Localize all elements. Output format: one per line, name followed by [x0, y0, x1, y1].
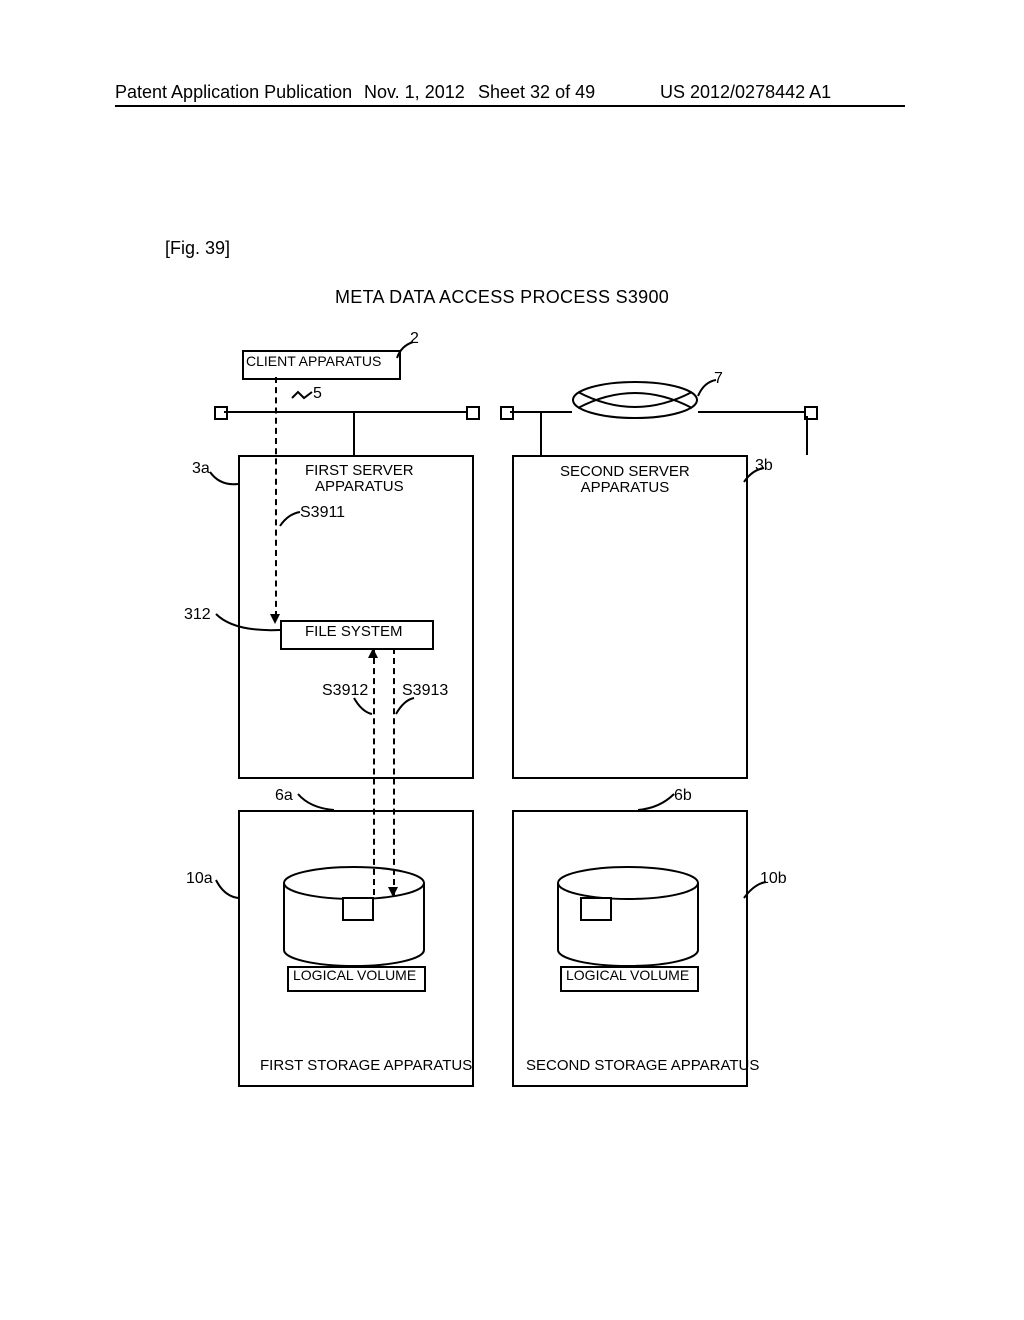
header-date: Nov. 1, 2012 [364, 82, 465, 103]
s3912-line [373, 648, 375, 895]
ref-6a-lead-icon [296, 790, 336, 812]
ref-10a-lead-icon [214, 878, 240, 900]
ref-6a: 6a [275, 787, 293, 805]
ref-6b-lead-icon [636, 792, 676, 812]
s3911-lead-icon [278, 510, 302, 528]
net5-end-right [466, 406, 480, 420]
ref-3b-lead-icon [742, 466, 766, 486]
drop-to-srv2-right [806, 416, 808, 455]
header-sheet: Sheet 32 of 49 [478, 82, 595, 103]
s3912-lead-icon [352, 696, 374, 716]
s3913-line [393, 648, 395, 895]
file-system-label: FILE SYSTEM [305, 623, 403, 640]
ref-5: 5 [313, 385, 322, 403]
net5-line [224, 411, 468, 413]
logical-volume-2-label: LOGICAL VOLUME [566, 967, 689, 983]
logical-volume-1-label: LOGICAL VOLUME [293, 967, 416, 983]
figure-title: META DATA ACCESS PROCESS S3900 [335, 287, 669, 308]
patent-page: Patent Application Publication Nov. 1, 2… [0, 0, 1024, 1320]
s3913-lead-icon [394, 696, 416, 716]
first-server-label: FIRST SERVER APPARATUS [305, 463, 414, 495]
header-pubno: US 2012/0278442 A1 [660, 82, 831, 103]
header-rule [115, 105, 905, 107]
lv1-data-icon [342, 897, 374, 921]
ref-7-lead-icon [696, 378, 718, 398]
drop-to-srv1 [353, 411, 355, 455]
ref-3a-lead-icon [208, 470, 240, 490]
client-apparatus-label: CLIENT APPARATUS [246, 353, 381, 369]
step-s3911: S3911 [300, 504, 345, 522]
network-cloud-icon [570, 378, 700, 422]
drop-to-srv2-left [540, 411, 542, 455]
net7-end-left [500, 406, 514, 420]
lv2-data-icon [580, 897, 612, 921]
ref-312: 312 [184, 606, 211, 624]
logical-volume-2-cylinder-icon [556, 865, 701, 968]
ref-5-lead-icon [290, 388, 314, 402]
ref-2-lead-icon [395, 340, 415, 360]
ref-312-lead-icon [214, 612, 282, 634]
net5-end-left [214, 406, 228, 420]
second-server-box [512, 455, 748, 779]
second-storage-label: SECOND STORAGE APPARATUS [526, 1057, 759, 1074]
ref-6b: 6b [674, 787, 692, 805]
first-storage-label: FIRST STORAGE APPARATUS [260, 1057, 472, 1074]
figure-label: [Fig. 39] [165, 238, 230, 259]
net7-line-right [698, 411, 806, 413]
s3911-line [275, 377, 277, 617]
s3912-arrowhead-icon [368, 648, 378, 658]
second-server-label: SECOND SERVER APPARATUS [560, 464, 690, 496]
header-left: Patent Application Publication [115, 82, 352, 103]
s3913-arrowhead-icon [388, 887, 398, 897]
ref-10b-lead-icon [742, 880, 768, 902]
ref-10a: 10a [186, 870, 213, 888]
